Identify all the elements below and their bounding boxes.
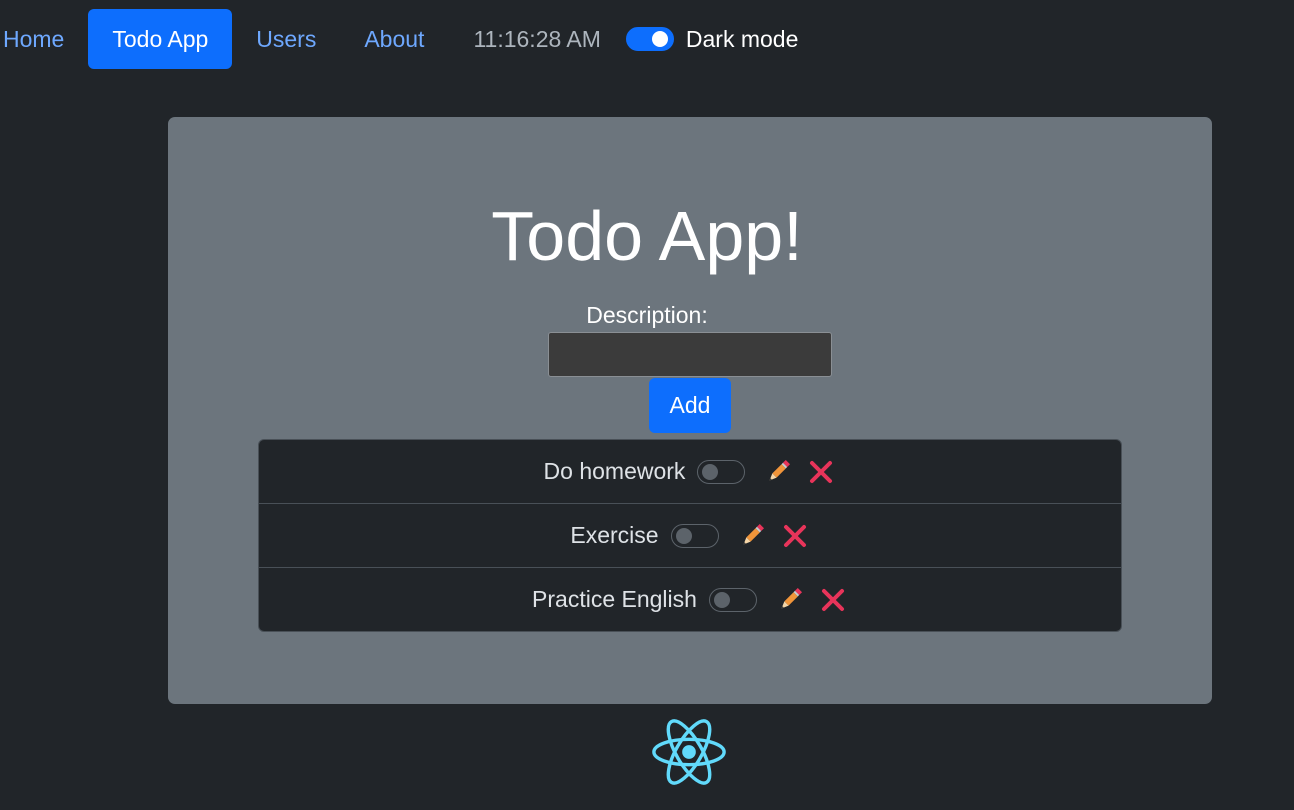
nav-link-users[interactable]: Users	[232, 9, 340, 69]
todo-text: Practice English	[532, 586, 697, 612]
todo-item: Exercise	[259, 504, 1121, 568]
todo-text: Exercise	[570, 522, 659, 548]
react-logo-icon	[650, 712, 728, 792]
top-nav: Home Todo App Users About 11:16:28 AM Da…	[0, 9, 798, 69]
todo-done-toggle[interactable]	[708, 587, 757, 612]
pencil-icon[interactable]	[775, 585, 805, 615]
toggle-knob	[675, 527, 692, 544]
todo-list: Do homework Exercise Practice English	[258, 439, 1122, 632]
todo-done-toggle[interactable]	[670, 523, 719, 548]
nav-link-todo-app[interactable]: Todo App	[88, 9, 233, 69]
todo-item: Do homework	[259, 440, 1121, 504]
todo-done-toggle[interactable]	[697, 459, 746, 484]
toggle-knob	[651, 31, 668, 47]
todo-text: Do homework	[543, 458, 686, 484]
close-icon[interactable]	[806, 457, 836, 487]
description-label: Description:	[586, 302, 708, 328]
toggle-knob	[713, 591, 730, 608]
dark-mode-switch[interactable]: Dark mode	[625, 25, 799, 53]
pencil-icon[interactable]	[763, 457, 793, 487]
add-button[interactable]: Add	[649, 378, 731, 433]
dark-mode-label: Dark mode	[685, 25, 799, 52]
nav-link-home[interactable]: Home	[0, 9, 88, 69]
toggle-knob	[702, 463, 719, 480]
nav-link-about[interactable]: About	[340, 9, 448, 69]
close-icon[interactable]	[818, 585, 848, 615]
todo-item: Practice English	[259, 568, 1121, 631]
dark-mode-toggle[interactable]	[625, 27, 674, 51]
pencil-icon[interactable]	[737, 521, 767, 551]
description-input[interactable]	[548, 332, 832, 377]
close-icon[interactable]	[780, 521, 810, 551]
clock: 11:16:28 AM	[473, 26, 601, 52]
page-title: Todo App!	[491, 197, 803, 275]
